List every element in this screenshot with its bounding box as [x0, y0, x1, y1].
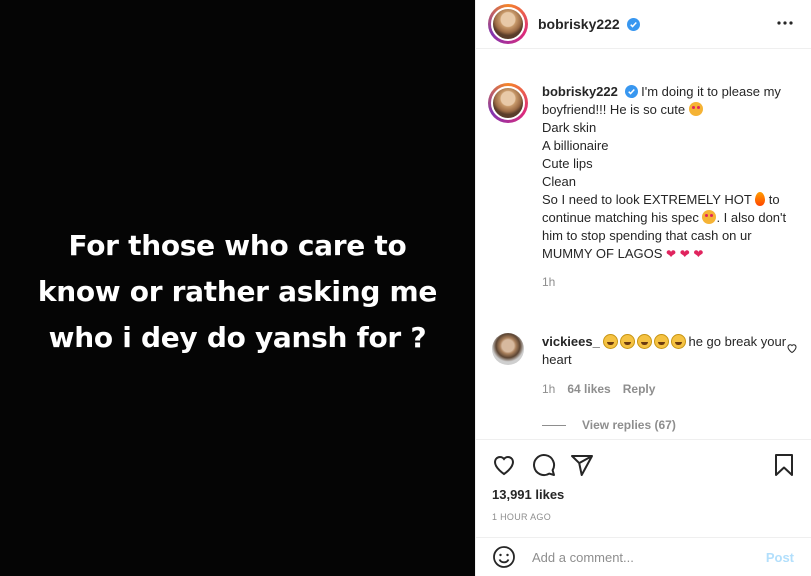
comment-username[interactable]: vickiees_: [542, 334, 600, 349]
caption-line-cute-lips: Cute lips: [542, 156, 593, 171]
comment-like-heart-icon[interactable]: [786, 342, 798, 354]
verified-badge-icon: [624, 85, 638, 98]
red-heart-emoji-icon: ❤: [693, 247, 704, 261]
view-replies-button[interactable]: View replies (67): [542, 418, 676, 432]
post-side-panel: bobrisky222 bobrisky222 I'm doing it to …: [475, 0, 811, 576]
laughing-emoji-icon: [654, 334, 670, 349]
fire-emoji-icon: [755, 192, 766, 206]
verified-badge-icon: [626, 18, 640, 31]
likes-count[interactable]: 13,991 likes: [492, 487, 564, 502]
view-replies-label: View replies (67): [582, 418, 676, 432]
avatar-image: [491, 7, 525, 41]
laughing-emoji-icon: [671, 334, 687, 349]
view-replies-dash: [542, 424, 566, 426]
comment-reply-button[interactable]: Reply: [623, 382, 656, 396]
caption-line-hot: So I need to look EXTREMELY HOT to conti…: [542, 191, 798, 263]
emoji-smile-icon[interactable]: [492, 545, 516, 569]
save-bookmark-icon[interactable]: [772, 453, 796, 477]
more-options-icon[interactable]: [777, 17, 793, 29]
comment-bubble-icon[interactable]: [532, 453, 556, 477]
comment: vickiees_ he go break your heart 1h 64 l…: [488, 333, 798, 396]
post-header: bobrisky222: [476, 0, 811, 49]
comment-meta: 1h 64 likes Reply: [542, 382, 798, 396]
laughing-emoji-icon: [603, 334, 619, 349]
avatar[interactable]: [488, 4, 528, 44]
red-heart-emoji-icon: ❤: [679, 247, 690, 261]
post-image-text: For those who care to know or rather ask…: [37, 229, 438, 354]
caption-line-clean: Clean: [542, 174, 576, 189]
header-username-text: bobrisky222: [538, 16, 620, 32]
caption-time[interactable]: 1h: [542, 273, 798, 291]
post-comment-button[interactable]: Post: [766, 550, 794, 565]
add-comment-bar: Post: [476, 537, 811, 576]
smiling-hearts-emoji-icon: [688, 102, 703, 116]
header-username[interactable]: bobrisky222: [538, 16, 640, 32]
caption-avatar[interactable]: [488, 83, 528, 123]
action-bar: [476, 440, 811, 490]
comment-avatar[interactable]: [492, 333, 524, 365]
like-heart-icon[interactable]: [492, 453, 516, 477]
laughing-emoji-icon: [637, 334, 653, 349]
red-heart-emoji-icon: ❤: [666, 247, 677, 261]
caption-hot-a: So I need to look EXTREMELY HOT: [542, 192, 752, 207]
caption-line-billionaire: A billionaire: [542, 138, 609, 153]
post-time[interactable]: 1 HOUR AGO: [492, 512, 551, 522]
caption-username[interactable]: bobrisky222: [542, 84, 618, 99]
share-paper-plane-icon[interactable]: [570, 453, 594, 477]
caption-text: bobrisky222 I'm doing it to please my bo…: [542, 83, 798, 291]
comment-time[interactable]: 1h: [542, 382, 555, 396]
star-struck-emoji-icon: [702, 210, 717, 224]
post-image[interactable]: For those who care to know or rather ask…: [0, 0, 475, 576]
caption-first-line: bobrisky222 I'm doing it to please my bo…: [542, 83, 798, 119]
comment-text: vickiees_ he go break your heart: [542, 333, 798, 369]
comment-input[interactable]: [532, 549, 742, 565]
post-actions: 13,991 likes 1 HOUR AGO: [476, 439, 811, 522]
caption-line-dark-skin: Dark skin: [542, 120, 597, 135]
laughing-emoji-icon: [620, 334, 636, 349]
caption: bobrisky222 I'm doing it to please my bo…: [488, 83, 798, 291]
comment-likes[interactable]: 64 likes: [567, 382, 610, 396]
caption-avatar-image: [491, 86, 525, 120]
